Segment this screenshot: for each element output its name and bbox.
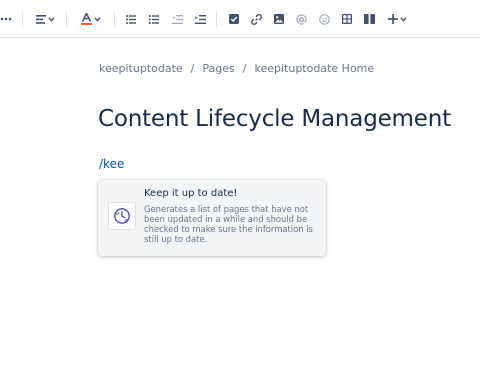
table-button[interactable] bbox=[341, 10, 353, 28]
image-button[interactable] bbox=[273, 10, 285, 28]
macro-icon-container bbox=[108, 202, 136, 230]
breadcrumb-item-home[interactable]: keepituptodate Home bbox=[254, 62, 374, 75]
link-icon bbox=[250, 13, 262, 25]
chevron-down-icon bbox=[399, 16, 407, 22]
ellipsis-icon bbox=[0, 17, 12, 21]
outdent-icon bbox=[171, 14, 183, 24]
text-color-icon bbox=[81, 13, 92, 25]
columns-layout-icon bbox=[363, 14, 375, 24]
breadcrumb-separator: / bbox=[190, 62, 195, 75]
toolbar-divider bbox=[216, 11, 217, 27]
breadcrumb-item-space[interactable]: keepituptodate bbox=[99, 62, 183, 75]
macro-description: Generates a list of pages that have not … bbox=[144, 204, 313, 244]
numbered-list-button[interactable] bbox=[148, 10, 160, 28]
slash-command-input[interactable]: /kee bbox=[99, 157, 124, 171]
more-options-button[interactable] bbox=[0, 10, 12, 28]
chevron-down-icon bbox=[47, 16, 55, 22]
toolbar-divider bbox=[114, 11, 115, 27]
page-title[interactable]: Content Lifecycle Management bbox=[98, 106, 451, 132]
toolbar-divider bbox=[22, 11, 23, 27]
image-icon bbox=[274, 14, 284, 24]
insert-more-button[interactable] bbox=[386, 10, 408, 28]
breadcrumb-separator: / bbox=[242, 62, 247, 75]
plus-icon bbox=[387, 14, 398, 24]
text-color-button[interactable] bbox=[80, 10, 102, 28]
outdent-button[interactable] bbox=[171, 10, 183, 28]
align-left-icon bbox=[35, 14, 46, 24]
emoji-button[interactable] bbox=[318, 10, 330, 28]
clock-globe-icon bbox=[114, 208, 130, 224]
chevron-down-icon bbox=[94, 16, 101, 22]
macro-title: Keep it up to date! bbox=[144, 188, 238, 199]
editor-toolbar bbox=[0, 0, 480, 38]
action-item-button[interactable] bbox=[228, 10, 240, 28]
mention-button[interactable] bbox=[295, 10, 307, 28]
at-sign-icon bbox=[295, 13, 307, 25]
emoji-icon bbox=[318, 13, 330, 25]
text-alignment-button[interactable] bbox=[34, 10, 56, 28]
layouts-button[interactable] bbox=[363, 10, 375, 28]
toolbar-divider bbox=[66, 11, 67, 27]
breadcrumb: keepituptodate / Pages / keepituptodate … bbox=[99, 62, 374, 75]
breadcrumb-item-pages[interactable]: Pages bbox=[202, 62, 234, 75]
table-icon bbox=[342, 14, 352, 24]
bullet-list-button[interactable] bbox=[125, 10, 137, 28]
link-button[interactable] bbox=[250, 10, 262, 28]
bullet-list-icon bbox=[126, 14, 136, 24]
numbered-list-icon bbox=[149, 14, 159, 24]
indent-icon bbox=[194, 14, 206, 24]
macro-suggestion-item[interactable]: Keep it up to date! Generates a list of … bbox=[98, 180, 326, 256]
checkbox-icon bbox=[229, 14, 239, 24]
indent-button[interactable] bbox=[194, 10, 206, 28]
